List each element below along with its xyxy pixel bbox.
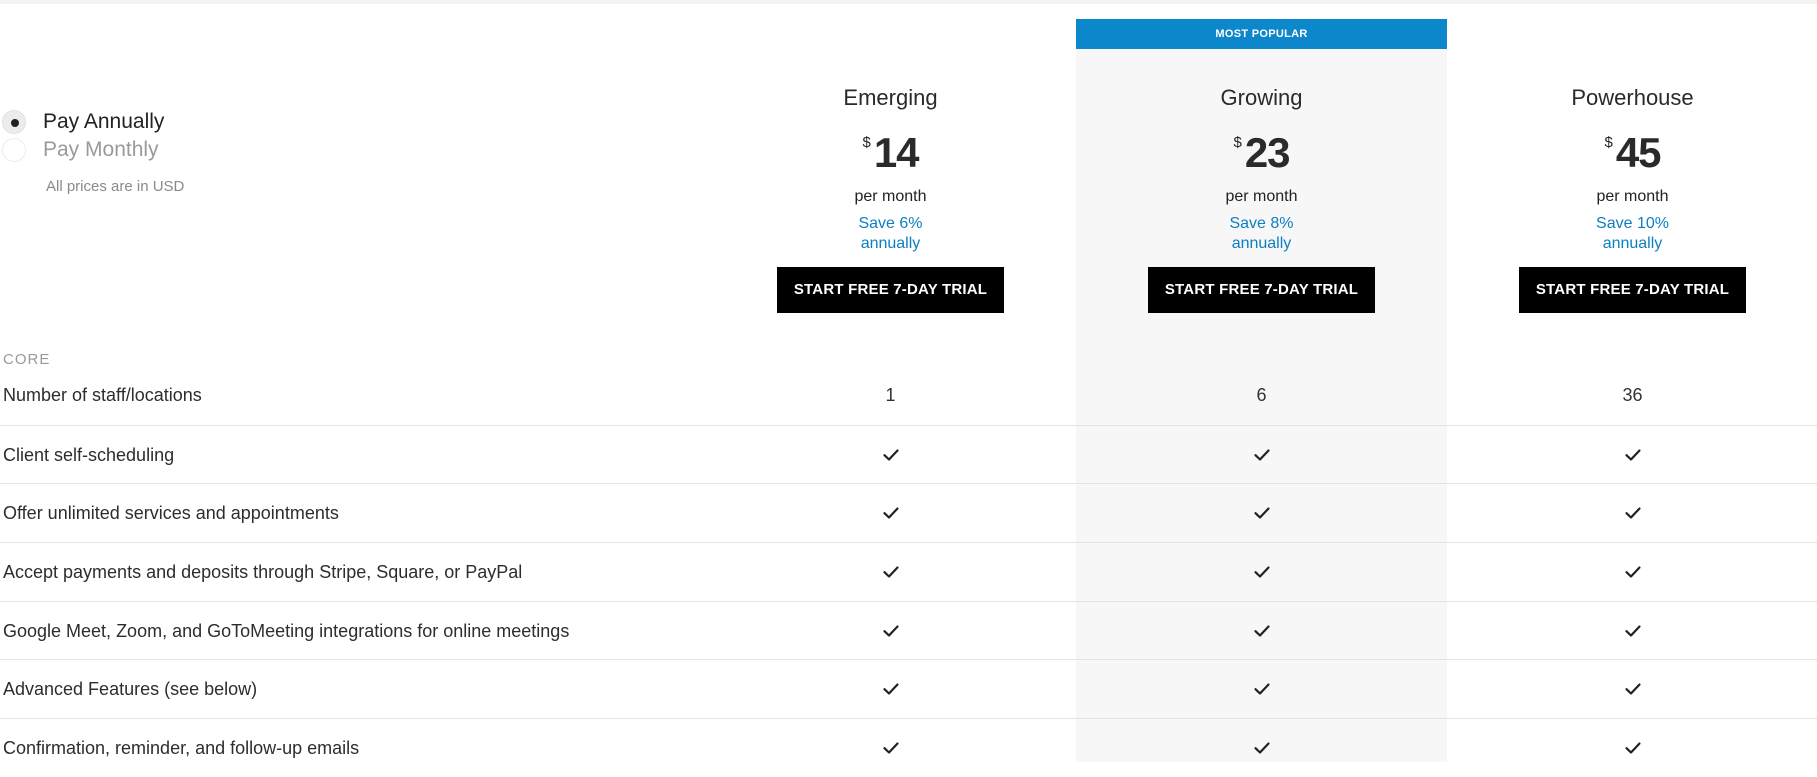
check-icon [705,426,1076,484]
savings-text: Save 10% annually [1447,214,1817,254]
feature-table: Number of staff/locations 1 6 36 Client self… [0,366,1817,777]
currency-note: All prices are in USD [46,178,185,195]
check-icon [705,660,1076,718]
feature-label: Accept payments and deposits through Str… [3,562,523,583]
feature-value: 6 [1256,384,1267,405]
pay-annually-label: Pay Annually [43,110,165,133]
savings-line-2: annually [860,235,921,252]
check-icon [1447,719,1817,777]
feature-label: Advanced Features (see below) [3,679,258,700]
savings-line-1: Save 8% [1229,215,1294,232]
top-border [0,0,1817,4]
check-icon [1447,484,1817,542]
check-icon [705,719,1076,777]
plan-name: Powerhouse [1571,85,1694,110]
check-icon [705,484,1076,542]
currency-symbol: $ [1604,134,1613,151]
plan-price: $ 14 [705,130,1076,176]
price-amount: 23 [1244,129,1291,176]
price-period: per month [854,188,927,205]
feature-value: 1 [885,384,896,405]
check-icon [1076,719,1447,777]
savings-line-2: annually [1231,235,1292,252]
plan-name: Emerging [843,85,938,110]
pay-monthly-label: Pay Monthly [43,138,159,161]
check-icon [1447,602,1817,660]
price-amount: 45 [1615,129,1662,176]
check-icon [1447,660,1817,718]
plan-growing: Growing $ 23 per month Save 8% annually … [1076,84,1447,313]
savings-line-1: Save 6% [858,215,923,232]
check-icon [1076,602,1447,660]
start-trial-button-powerhouse[interactable]: START FREE 7-DAY TRIAL [1519,267,1746,313]
plan-name: Growing [1220,85,1303,110]
savings-text: Save 6% annually [705,214,1076,254]
feature-label: Offer unlimited services and appointment… [3,503,339,524]
feature-label: Client self-scheduling [3,444,175,465]
start-trial-button-growing[interactable]: START FREE 7-DAY TRIAL [1148,267,1375,313]
start-trial-button-emerging[interactable]: START FREE 7-DAY TRIAL [777,267,1004,313]
savings-line-1: Save 10% [1596,215,1669,232]
feature-row: Number of staff/locations 1 6 36 [0,366,1817,425]
feature-label: Confirmation, reminder, and follow-up em… [3,738,360,759]
currency-symbol: $ [862,134,871,151]
feature-row: Client self-scheduling [0,424,1817,484]
price-period: per month [1596,188,1669,205]
check-icon [705,543,1076,601]
savings-line-2: annually [1602,235,1663,252]
feature-row: Confirmation, reminder, and follow-up em… [0,718,1817,777]
feature-row: Offer unlimited services and appointment… [0,483,1817,542]
plan-price: $ 23 [1076,130,1447,176]
check-icon [1076,660,1447,718]
feature-row: Accept payments and deposits through Str… [0,542,1817,601]
check-icon [1447,543,1817,601]
price-period: per month [1225,188,1298,205]
billing-toggle: Pay Annually Pay Monthly All prices are … [0,108,400,195]
feature-row: Google Meet, Zoom, and GoToMeeting integ… [0,600,1817,660]
feature-label: Number of staff/locations [3,385,202,405]
feature-label: Google Meet, Zoom, and GoToMeeting integ… [3,620,570,641]
pay-annually-option[interactable]: Pay Annually [0,108,400,136]
savings-text: Save 8% annually [1076,214,1447,254]
most-popular-badge: MOST POPULAR [1076,19,1447,49]
radio-selected-icon[interactable] [2,110,26,134]
plan-price: $ 45 [1447,130,1817,176]
check-icon [705,602,1076,660]
check-icon [1076,484,1447,542]
currency-symbol: $ [1233,134,1242,151]
plan-powerhouse: Powerhouse $ 45 per month Save 10% annua… [1447,84,1817,313]
plan-emerging: Emerging $ 14 per month Save 6% annually… [705,84,1076,313]
feature-row: Advanced Features (see below) [0,659,1817,718]
pay-monthly-option[interactable]: Pay Monthly [0,136,400,164]
price-amount: 14 [873,129,920,176]
radio-unselected-icon[interactable] [2,138,26,162]
check-icon [1076,426,1447,484]
check-icon [1447,426,1817,484]
feature-value: 36 [1622,384,1643,405]
check-icon [1076,543,1447,601]
